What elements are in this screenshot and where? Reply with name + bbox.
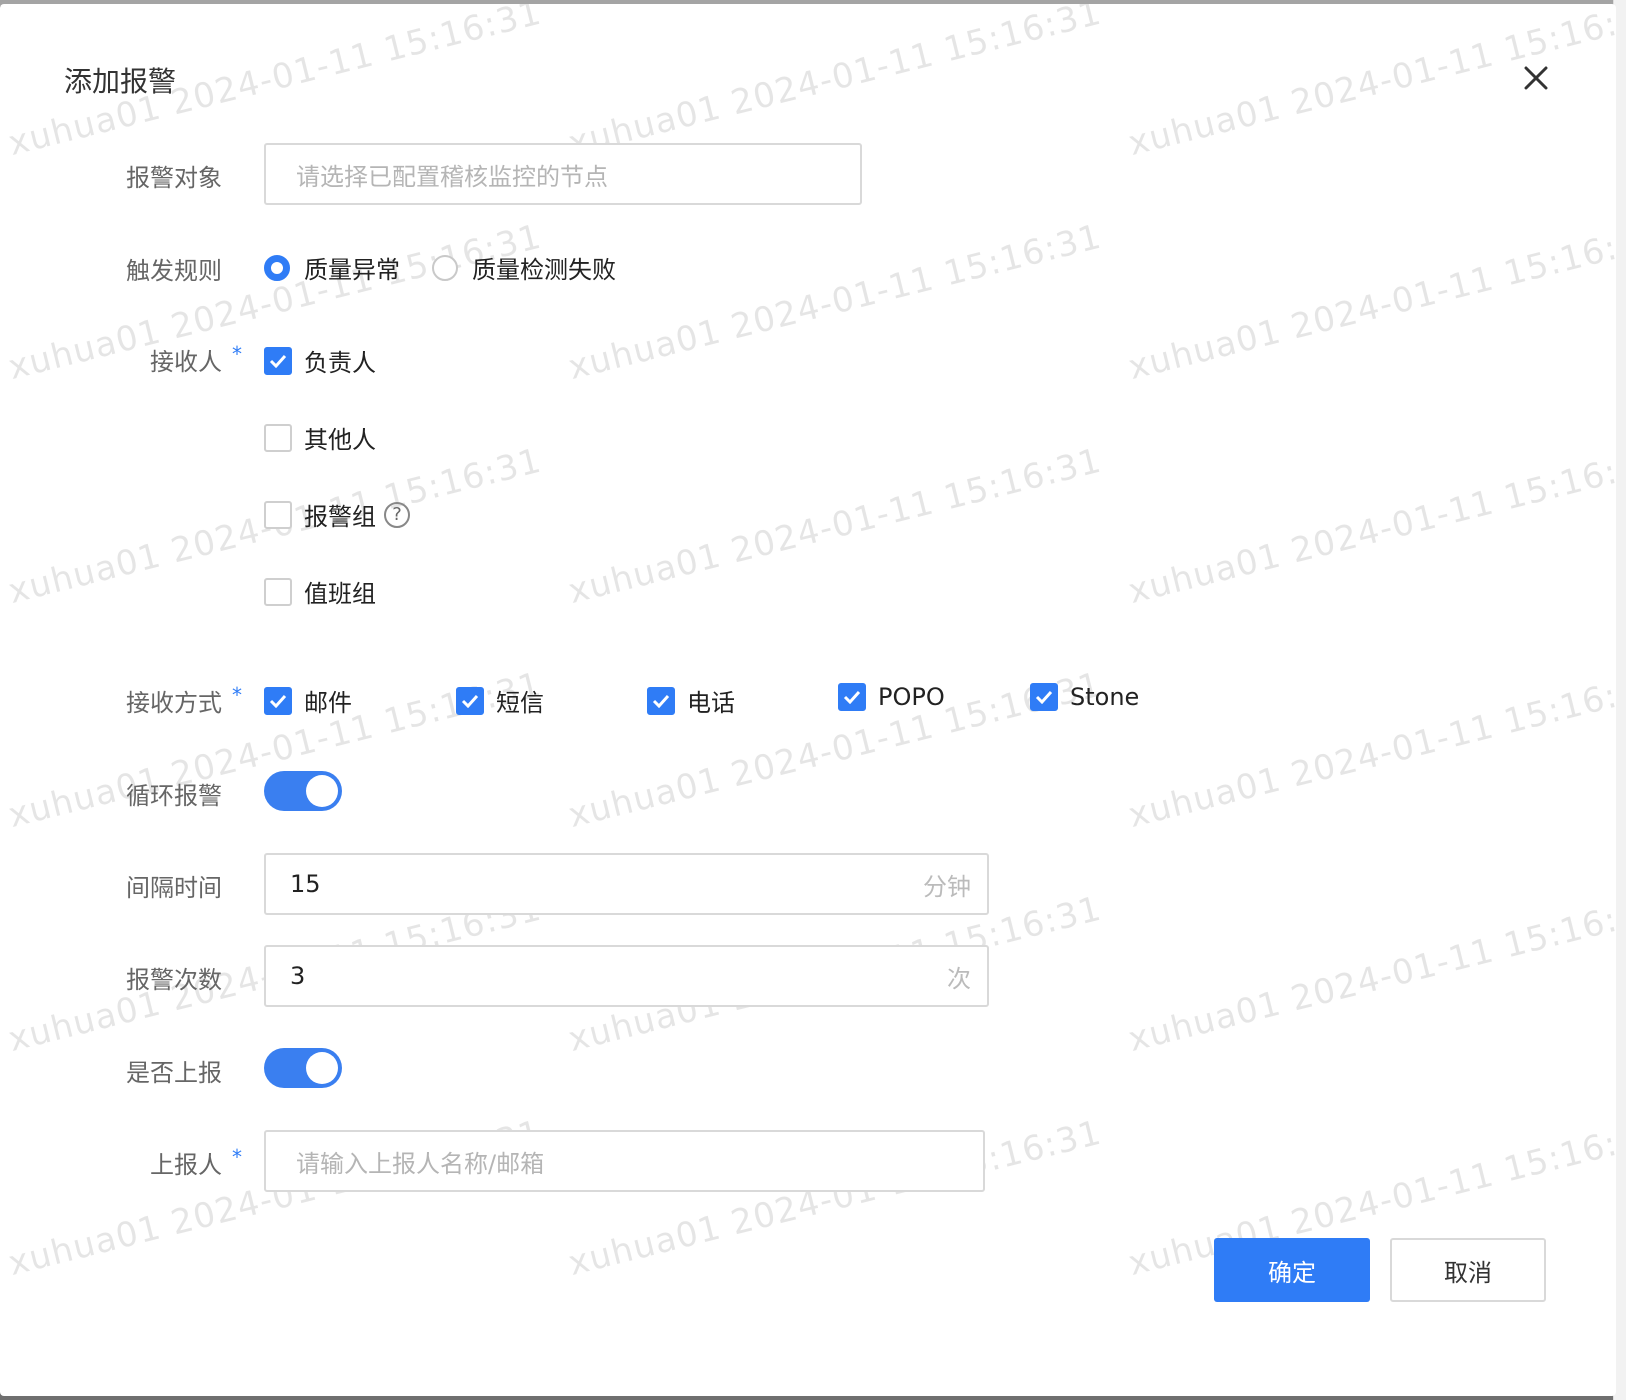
checkbox-label: 其他人: [304, 426, 376, 454]
dialog-title: 添加报警: [64, 65, 177, 98]
watermark-text: xuhua01 2024-01-11 15:16:31: [564, 216, 1106, 388]
checkbox-label: Stone: [1070, 683, 1140, 711]
required-mark: *: [232, 1145, 242, 1169]
checkbox-label: 值班组: [304, 580, 376, 608]
checkbox-label: POPO: [878, 683, 945, 711]
radio-selected-icon: [264, 254, 290, 281]
watermark-text: xuhua01 2024-01-11 15:16:31: [1124, 888, 1616, 1060]
reporter-label: 上报人 *: [150, 1145, 242, 1180]
reporter-input[interactable]: 请输入上报人名称/邮箱: [264, 1130, 985, 1192]
report-switch[interactable]: [264, 1048, 342, 1088]
count-unit: 次: [947, 964, 971, 993]
count-input[interactable]: 3 次: [264, 945, 989, 1007]
receivers-label-text: 接收人: [150, 348, 222, 376]
switch-knob: [306, 775, 338, 807]
trigger-option-label: 质量异常: [304, 256, 400, 284]
switch-knob: [306, 1052, 338, 1084]
add-alarm-dialog: xuhua01 2024-01-11 15:16:31 xuhua01 2024-…: [0, 4, 1616, 1396]
reporter-label-text: 上报人: [150, 1151, 222, 1179]
radio-unselected-icon: [432, 254, 458, 281]
method-stone-checkbox[interactable]: Stone: [1030, 683, 1139, 711]
checkbox-label: 报警组: [304, 503, 376, 531]
close-icon: [1524, 66, 1548, 90]
checkbox-label: 负责人: [304, 349, 376, 377]
checkbox-checked-icon: [264, 346, 292, 375]
required-mark: *: [232, 683, 242, 707]
receiver-others-checkbox[interactable]: 其他人: [264, 420, 376, 455]
checkbox-checked-icon: [456, 686, 484, 715]
watermark-text: xuhua01 2024-01-11 15:16:31: [564, 440, 1106, 612]
watermark-text: xuhua01 2024-01-11 15:16:31: [1124, 216, 1616, 388]
trigger-option-check-failed[interactable]: 质量检测失败: [432, 250, 616, 285]
target-select[interactable]: 请选择已配置稽核监控的节点: [264, 143, 862, 205]
target-label: 报警对象: [126, 164, 222, 192]
close-button[interactable]: [1514, 56, 1558, 100]
interval-label: 间隔时间: [126, 874, 222, 902]
interval-input[interactable]: 15 分钟: [264, 853, 989, 915]
method-phone-checkbox[interactable]: 电话: [647, 683, 735, 718]
methods-label-text: 接收方式: [126, 689, 222, 717]
receiver-owner-checkbox[interactable]: 负责人: [264, 343, 376, 378]
watermark-text: xuhua01 2024-01-11 15:16:31: [564, 664, 1106, 836]
methods-label: 接收方式 *: [126, 683, 242, 718]
required-mark: *: [232, 342, 242, 366]
watermark-text: xuhua01 2024-01-11 15:16:31: [564, 4, 1106, 164]
receiver-duty-group-checkbox[interactable]: 值班组: [264, 574, 376, 609]
report-label: 是否上报: [126, 1059, 222, 1087]
method-popo-checkbox[interactable]: POPO: [838, 683, 945, 711]
interval-value: 15: [290, 870, 321, 898]
checkbox-unchecked-icon: [264, 500, 292, 529]
checkbox-checked-icon: [647, 686, 675, 715]
target-placeholder: 请选择已配置稽核监控的节点: [296, 162, 608, 191]
trigger-option-quality-anomaly[interactable]: 质量异常: [264, 250, 400, 285]
confirm-button[interactable]: 确定: [1214, 1238, 1370, 1302]
cancel-button[interactable]: 取消: [1390, 1238, 1546, 1302]
interval-unit: 分钟: [923, 872, 971, 901]
checkbox-checked-icon: [264, 686, 292, 715]
watermark-text: xuhua01 2024-01-11 15:16:31: [1124, 664, 1616, 836]
receivers-label: 接收人 *: [150, 342, 242, 377]
loop-alarm-switch[interactable]: [264, 771, 342, 811]
help-icon[interactable]: ?: [384, 501, 410, 528]
checkbox-checked-icon: [838, 683, 866, 711]
reporter-placeholder: 请输入上报人名称/邮箱: [296, 1149, 545, 1178]
loop-alarm-label: 循环报警: [126, 782, 222, 810]
checkbox-unchecked-icon: [264, 423, 292, 452]
count-label: 报警次数: [126, 966, 222, 994]
checkbox-label: 短信: [496, 689, 544, 717]
watermark-text: xuhua01 2024-01-11 15:16:31: [1124, 440, 1616, 612]
count-value: 3: [290, 962, 306, 990]
checkbox-unchecked-icon: [264, 577, 292, 606]
trigger-option-label: 质量检测失败: [472, 256, 616, 284]
method-sms-checkbox[interactable]: 短信: [456, 683, 544, 718]
checkbox-checked-icon: [1030, 683, 1058, 711]
checkbox-label: 电话: [687, 689, 735, 717]
method-email-checkbox[interactable]: 邮件: [264, 683, 352, 718]
receiver-alarm-group-checkbox[interactable]: 报警组 ?: [264, 497, 410, 532]
checkbox-label: 邮件: [304, 689, 352, 717]
trigger-label: 触发规则: [126, 257, 222, 285]
